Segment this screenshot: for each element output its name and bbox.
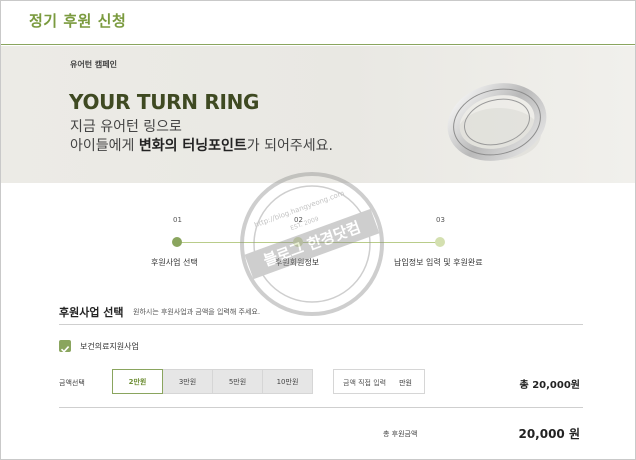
line-total: 총 20,000원: [519, 380, 580, 391]
banner-line-1: 지금 유어턴 링으로: [70, 119, 182, 135]
summary-label: 총 후원금액: [383, 430, 418, 438]
banner-line-2: 아이들에게 변화의 터닝포인트가 되어주세요.: [70, 135, 333, 155]
section-divider-top: [59, 324, 583, 325]
campaign-banner: 유어턴 캠페인 YOUR TURN RING 지금 유어턴 링으로 아이들에게 …: [1, 46, 635, 183]
amount-option-5[interactable]: 5만원: [212, 369, 263, 394]
step-3-number: 03: [436, 216, 445, 224]
section-title: 후원사업 선택: [59, 306, 124, 319]
ring-image: [447, 83, 547, 161]
page-header: 정기 후원 신청: [1, 1, 635, 45]
custom-amount-placeholder: 금액 직접 입력: [343, 379, 387, 387]
amount-option-10[interactable]: 10만원: [262, 369, 313, 394]
custom-amount-input[interactable]: 금액 직접 입력 만원: [333, 369, 425, 394]
amount-option-3[interactable]: 3만원: [162, 369, 213, 394]
banner-line-2-post: 가 되어주세요.: [246, 138, 333, 154]
program-label[interactable]: 보건의료지원사업: [80, 341, 139, 352]
watermark-stamp: 블로그 한경닷컴 http://blog.hangyeong.com EST. …: [240, 172, 384, 316]
summary-value: 20,000 원: [518, 427, 580, 441]
page-frame: 정기 후원 신청 유어턴 캠페인 YOUR TURN RING 지금 유어턴 링…: [0, 0, 636, 460]
section-divider-bottom: [59, 407, 583, 408]
step-1-label: 후원사업 선택: [151, 258, 198, 267]
step-3-dot: [435, 237, 445, 247]
amount-options: 2만원 3만원 5만원 10만원: [112, 369, 313, 394]
step-1-dot: [172, 237, 182, 247]
page-title: 정기 후원 신청: [29, 12, 127, 30]
program-checkbox[interactable]: [59, 340, 71, 353]
checkbox-check-icon: [60, 346, 70, 353]
amount-option-2[interactable]: 2만원: [112, 369, 163, 394]
step-3-label: 납입정보 입력 및 후원완료: [394, 258, 483, 267]
custom-amount-unit: 만원: [399, 379, 412, 387]
banner-line-2-pre: 아이들에게: [70, 138, 139, 154]
section-hint: 원하시는 후원사업과 금액을 입력해 주세요.: [133, 308, 261, 316]
banner-line-2-bold: 변화의 터닝포인트: [138, 138, 247, 154]
banner-title: YOUR TURN RING: [69, 90, 260, 114]
step-3: 03 납입정보 입력 및 후원완료: [394, 216, 534, 267]
amount-label: 금액선택: [59, 379, 85, 387]
banner-kicker: 유어턴 캠페인: [70, 60, 117, 69]
